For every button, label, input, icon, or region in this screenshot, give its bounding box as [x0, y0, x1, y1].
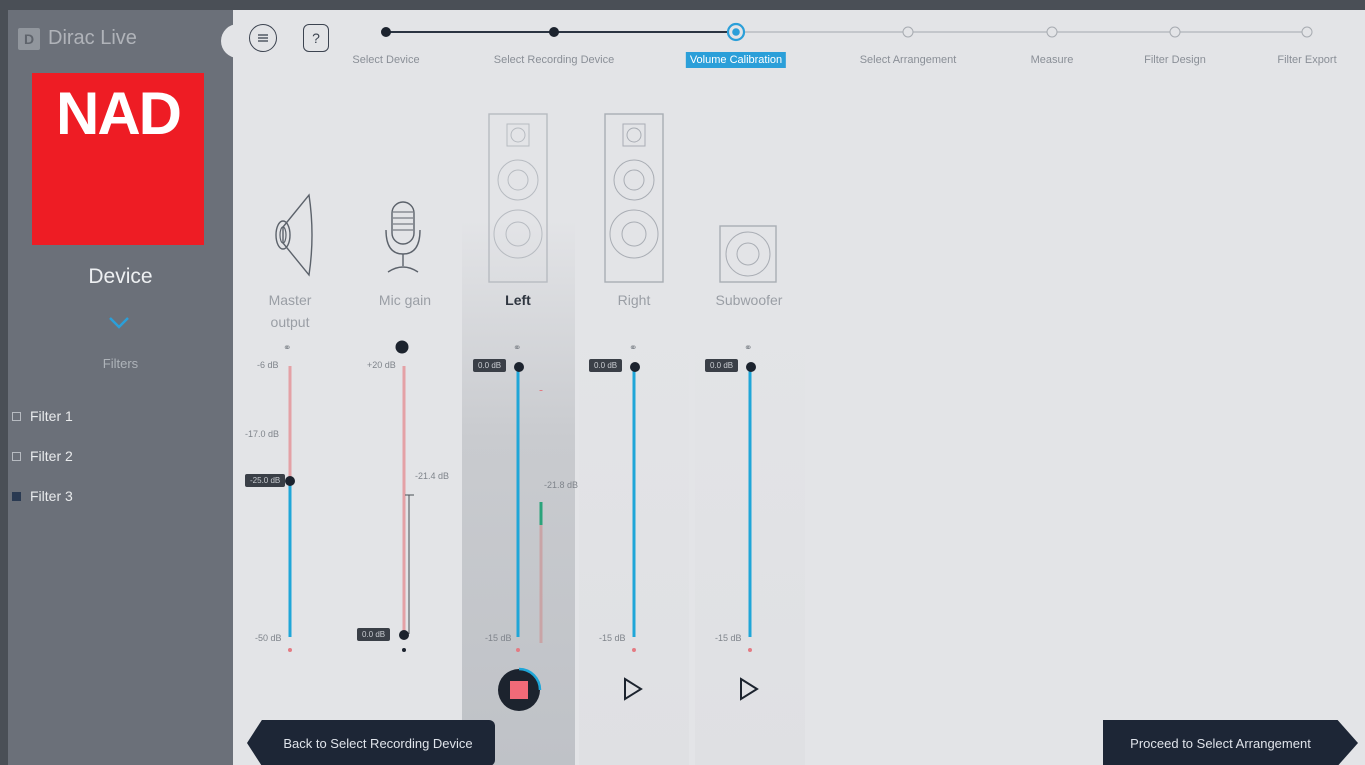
sub-min-label: -15 dB — [715, 633, 742, 643]
checkbox-icon[interactable] — [12, 411, 21, 421]
master-value-pill[interactable]: -25.0 dB — [245, 474, 286, 487]
filter-item[interactable]: Filter 2 — [12, 448, 73, 464]
chevron-down-icon[interactable] — [108, 316, 130, 330]
play-button[interactable] — [622, 677, 644, 701]
dirac-logo-icon: D — [18, 27, 40, 50]
mic-peak-label: -21.4 dB — [415, 471, 450, 481]
subwoofer-channel-label: Subwoofer — [715, 292, 783, 308]
progress-track — [386, 31, 1307, 33]
right-min-label: -15 dB — [599, 633, 626, 643]
master-output-label-line2: output — [270, 314, 310, 330]
mic-max-label: +20 dB — [367, 360, 396, 370]
device-logo: NAD — [32, 73, 204, 245]
filter-label: Filter 3 — [30, 488, 73, 504]
left-value-pill[interactable]: 0.0 dB — [473, 359, 507, 372]
right-speaker-icon — [604, 113, 664, 283]
sidebar-collapse-tab[interactable] — [221, 24, 247, 58]
step-select-recording-device[interactable]: Select Recording Device — [494, 54, 614, 66]
device-label[interactable]: Device — [8, 265, 233, 289]
master-min-label: -50 dB — [255, 633, 282, 643]
filter-item[interactable]: Filter 3 — [12, 488, 73, 504]
mic-value-pill[interactable]: 0.0 dB — [357, 628, 391, 641]
filter-label: Filter 1 — [30, 408, 73, 424]
step-measure: Measure — [1030, 54, 1074, 66]
master-max-label: -6 dB — [257, 360, 279, 370]
left-speaker-icon — [488, 113, 548, 283]
step-done-icon[interactable] — [380, 26, 392, 38]
step-active-icon[interactable] — [726, 22, 746, 44]
speaker-icon — [275, 193, 313, 277]
step-volume-calibration[interactable]: Volume Calibration — [685, 52, 787, 68]
left-level-label: -21.8 dB — [544, 480, 579, 490]
app-logo: D Dirac Live — [18, 27, 137, 50]
filter-item[interactable]: Filter 1 — [12, 408, 73, 424]
step-todo-icon — [902, 26, 914, 38]
main-panel: ? Select Device Select Recording Device … — [233, 10, 1365, 765]
checkbox-checked-icon[interactable] — [12, 491, 21, 501]
left-channel-label: Left — [505, 292, 531, 308]
play-button[interactable] — [738, 677, 760, 701]
stop-button[interactable] — [496, 667, 542, 713]
back-button[interactable]: Back to Select Recording Device — [247, 720, 495, 765]
step-select-arrangement: Select Arrangement — [859, 54, 957, 66]
subwoofer-icon — [719, 225, 777, 283]
window-top-frame — [0, 0, 1365, 10]
checkbox-icon[interactable] — [12, 451, 21, 461]
mic-gain-label: Mic gain — [378, 292, 432, 308]
step-filter-export: Filter Export — [1277, 54, 1337, 66]
sidebar: D Dirac Live NAD Device Filters Filter 1… — [8, 10, 233, 765]
microphone-icon — [385, 201, 421, 273]
step-select-device[interactable]: Select Device — [352, 54, 419, 66]
app-brand: Dirac Live — [48, 27, 137, 49]
step-todo-icon — [1046, 26, 1058, 38]
step-todo-icon — [1301, 26, 1313, 38]
slider-group — [285, 362, 756, 652]
filters-heading: Filters — [102, 356, 139, 371]
left-min-label: -15 dB — [485, 633, 512, 643]
right-channel-label: Right — [617, 292, 651, 308]
proceed-button[interactable]: Proceed to Select Arrangement — [1103, 720, 1358, 765]
step-todo-icon — [1169, 26, 1181, 38]
filter-label: Filter 2 — [30, 448, 73, 464]
right-value-pill[interactable]: 0.0 dB — [589, 359, 623, 372]
master-output-label: Master — [268, 292, 312, 308]
step-filter-design: Filter Design — [1144, 54, 1206, 66]
master-mid-label: -17.0 dB — [245, 429, 280, 439]
step-done-icon[interactable] — [548, 26, 560, 38]
sub-value-pill[interactable]: 0.0 dB — [705, 359, 739, 372]
